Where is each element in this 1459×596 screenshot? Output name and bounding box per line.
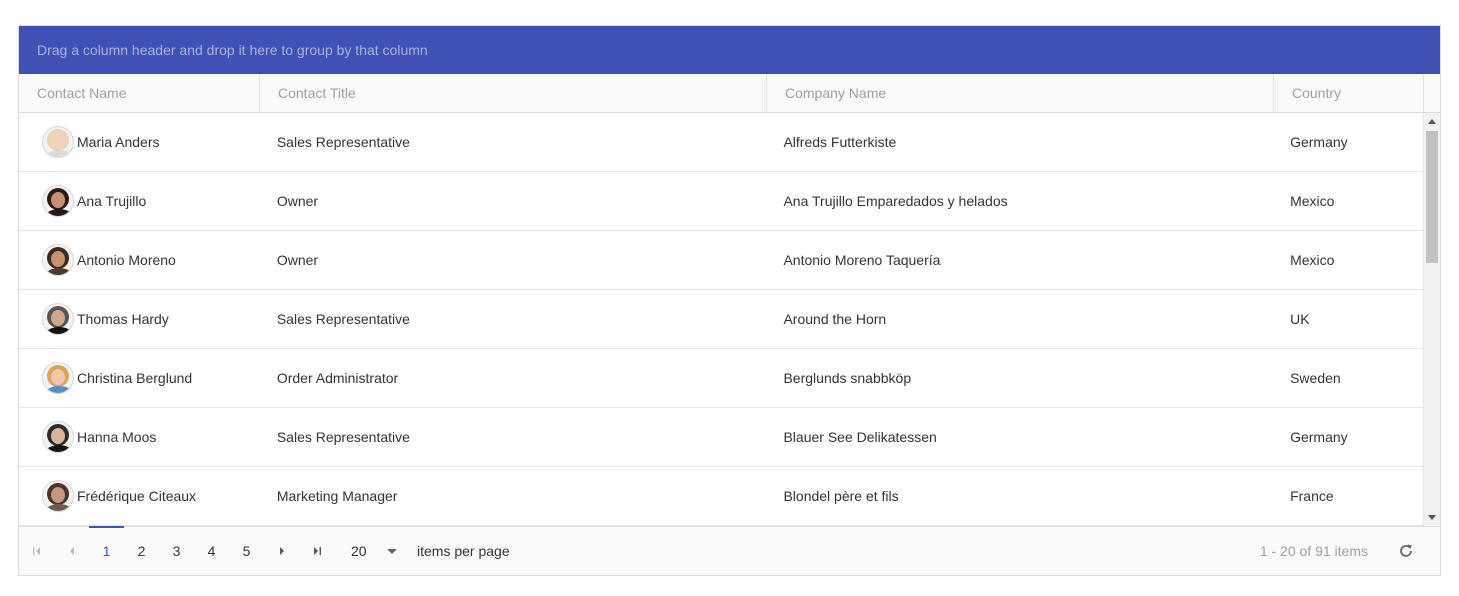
table-row[interactable]: Frédérique Citeaux Marketing Manager Blond… xyxy=(19,467,1423,526)
page-size-value: 20 xyxy=(351,543,367,559)
pager: 1 2 3 4 5 20 items per page 1 - 20 of 91… xyxy=(19,525,1440,576)
contact-name-text: Christina Berglund xyxy=(77,370,193,386)
cell-company-name: Antonio Moreno Taquería xyxy=(783,252,941,268)
cell-contact-name: Hanna Moos xyxy=(19,421,260,453)
items-per-page-label: items per page xyxy=(417,543,510,559)
contact-name-text: Thomas Hardy xyxy=(77,311,169,327)
page-button-2[interactable]: 2 xyxy=(124,527,159,576)
cell-country: Germany xyxy=(1290,429,1348,445)
table-row[interactable]: Christina Berglund Order Administrator Ber… xyxy=(19,349,1423,408)
column-header-contact-name[interactable]: Contact Name xyxy=(19,74,260,112)
cell-company-name: Ana Trujillo Emparedados y helados xyxy=(783,193,1008,209)
avatar xyxy=(42,244,74,276)
cell-contact-name: Maria Anders xyxy=(19,126,260,158)
grid-header: Contact Name Contact Title Company Name … xyxy=(19,74,1440,113)
contact-name-text: Frédérique Citeaux xyxy=(77,488,197,504)
column-header-contact-title[interactable]: Contact Title xyxy=(260,74,767,112)
refresh-button[interactable] xyxy=(1396,541,1416,561)
scrollbar-thumb[interactable] xyxy=(1426,131,1438,263)
cell-company-name: Blondel père et fils xyxy=(783,488,899,504)
cell-contact-name: Ana Trujillo xyxy=(19,185,260,217)
table-row[interactable]: Ana Trujillo Owner Ana Trujillo Emparedado… xyxy=(19,172,1423,231)
cell-country: Germany xyxy=(1290,134,1348,150)
prev-page-button[interactable] xyxy=(54,527,89,576)
avatar xyxy=(42,303,74,335)
column-header-country[interactable]: Country xyxy=(1274,74,1424,112)
contact-name-text: Hanna Moos xyxy=(77,429,157,445)
pager-info: 1 - 20 of 91 items xyxy=(1259,543,1368,559)
avatar xyxy=(42,421,74,453)
cell-contact-name: Frédérique Citeaux xyxy=(19,480,260,512)
cell-contact-title: Sales Representative xyxy=(276,429,410,445)
cell-country: Sweden xyxy=(1290,370,1341,386)
group-drop-area[interactable]: Drag a column header and drop it here to… xyxy=(19,26,1440,74)
page-button-4[interactable]: 4 xyxy=(194,527,229,576)
table-row[interactable]: Thomas Hardy Sales Representative Around t… xyxy=(19,290,1423,349)
scroll-down-arrow-icon[interactable] xyxy=(1428,515,1436,520)
avatar xyxy=(42,362,74,394)
cell-contact-title: Owner xyxy=(276,252,319,268)
cell-country: France xyxy=(1290,488,1334,504)
chevron-down-icon xyxy=(387,548,397,554)
avatar xyxy=(42,126,74,158)
page-size-dropdown[interactable]: 20 xyxy=(351,543,417,559)
refresh-icon xyxy=(1400,544,1412,557)
scroll-up-arrow-icon[interactable] xyxy=(1428,119,1436,124)
cell-contact-name: Thomas Hardy xyxy=(19,303,260,335)
first-page-icon xyxy=(32,547,40,555)
data-grid: Drag a column header and drop it here to… xyxy=(18,25,1441,576)
group-drop-hint: Drag a column header and drop it here to… xyxy=(37,42,428,58)
cell-company-name: Berglunds snabbköp xyxy=(783,370,912,386)
contact-name-text: Antonio Moreno xyxy=(77,252,176,268)
next-page-icon xyxy=(279,547,284,555)
vertical-scrollbar[interactable] xyxy=(1423,113,1440,526)
cell-country: Mexico xyxy=(1290,252,1335,268)
contact-name-text: Maria Anders xyxy=(77,134,160,150)
avatar xyxy=(42,480,74,512)
page-button-1[interactable]: 1 xyxy=(89,525,124,576)
cell-contact-title: Marketing Manager xyxy=(276,488,398,504)
header-scroll-spacer xyxy=(1424,74,1440,112)
cell-company-name: Blauer See Delikatessen xyxy=(783,429,937,445)
grid-content: Maria Anders Sales Representative Alfreds … xyxy=(19,113,1440,526)
cell-contact-name: Christina Berglund xyxy=(19,362,260,394)
cell-company-name: Alfreds Futterkiste xyxy=(783,134,897,150)
cell-country: UK xyxy=(1290,311,1310,327)
cell-contact-title: Sales Representative xyxy=(276,134,410,150)
contact-name-text: Ana Trujillo xyxy=(77,193,147,209)
cell-company-name: Around the Horn xyxy=(783,311,887,327)
next-page-button[interactable] xyxy=(264,527,299,576)
prev-page-icon xyxy=(69,547,74,555)
cell-country: Mexico xyxy=(1290,193,1335,209)
table-row[interactable]: Hanna Moos Sales Representative Blauer See… xyxy=(19,408,1423,467)
table-row[interactable]: Maria Anders Sales Representative Alfreds … xyxy=(19,113,1423,172)
cell-contact-name: Antonio Moreno xyxy=(19,244,260,276)
grid-rows: Maria Anders Sales Representative Alfreds … xyxy=(19,113,1423,526)
cell-contact-title: Owner xyxy=(276,193,319,209)
cell-contact-title: Order Administrator xyxy=(276,370,399,386)
table-row[interactable]: Antonio Moreno Owner Antonio Moreno Taquer… xyxy=(19,231,1423,290)
first-page-button[interactable] xyxy=(19,527,54,576)
cell-contact-title: Sales Representative xyxy=(276,311,410,327)
last-page-icon xyxy=(313,547,321,555)
page-button-5[interactable]: 5 xyxy=(229,527,264,576)
column-header-company-name[interactable]: Company Name xyxy=(767,74,1274,112)
last-page-button[interactable] xyxy=(299,527,334,576)
page-button-3[interactable]: 3 xyxy=(159,527,194,576)
avatar xyxy=(42,185,74,217)
